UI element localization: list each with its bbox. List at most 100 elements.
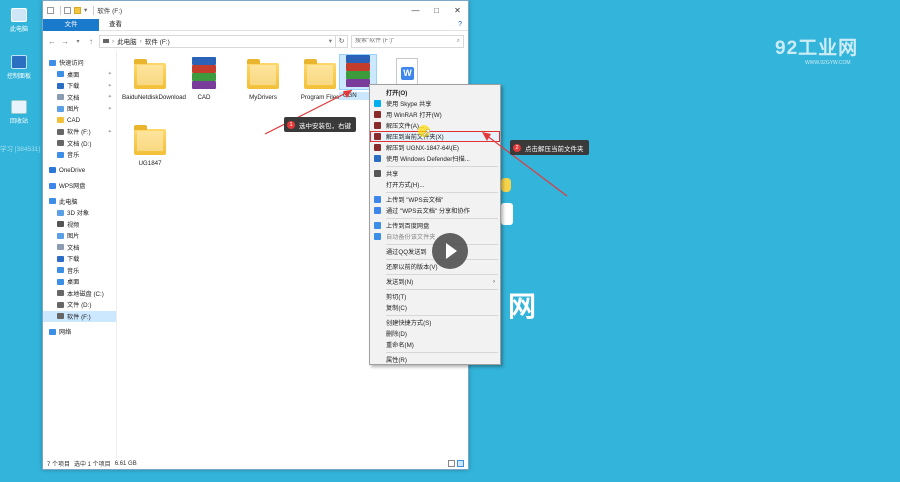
- desktop-icon-recycle-bin[interactable]: 回收站: [4, 100, 34, 125]
- menu-item[interactable]: 打开(O): [370, 87, 500, 98]
- menu-item[interactable]: 解压文件(A)...: [370, 120, 500, 131]
- menu-item[interactable]: 通过 "WPS云文档" 分享和协作: [370, 205, 500, 216]
- nav-item[interactable]: 此电脑: [43, 196, 116, 208]
- file-name: BaiduNetdiskDownload: [122, 94, 186, 101]
- desktop-icon-label: 此电脑: [9, 27, 28, 33]
- menu-item[interactable]: 还原以前的版本(V): [370, 261, 500, 272]
- control-panel-icon: [11, 55, 27, 69]
- nav-item[interactable]: CAD: [43, 115, 116, 127]
- nav-item[interactable]: WPS网盘: [43, 180, 116, 192]
- pin-icon[interactable]: ✦: [108, 129, 112, 135]
- close-button[interactable]: ✕: [447, 6, 468, 15]
- menu-item[interactable]: 剪切(T): [370, 291, 500, 302]
- search-box[interactable]: ⌕: [351, 34, 464, 48]
- nav-item[interactable]: 文档 ✦: [43, 92, 116, 104]
- file-item[interactable]: BaiduNetdiskDownload: [122, 57, 186, 102]
- logo-text: 92工业网: [775, 38, 859, 59]
- menu-item[interactable]: 复制(C): [370, 302, 500, 313]
- menu-item[interactable]: 使用 Skype 共享: [370, 98, 500, 109]
- menu-item-label: 还原以前的版本(V): [386, 264, 438, 271]
- desktop-icon-computer[interactable]: 此电脑: [4, 8, 34, 33]
- menu-separator: [386, 191, 498, 193]
- pin-icon[interactable]: ✦: [108, 71, 112, 77]
- pin-icon[interactable]: ✦: [108, 83, 112, 89]
- nav-item[interactable]: 软件 (F:) ✦: [43, 126, 116, 138]
- nav-item[interactable]: 软件 (F:): [43, 310, 116, 322]
- forward-arrow-icon[interactable]: →: [60, 37, 70, 46]
- menu-item[interactable]: 上传到百度网盘: [370, 220, 500, 231]
- status-item-count: 7 个项目: [47, 462, 71, 468]
- properties-icon[interactable]: [64, 6, 71, 14]
- menu-item-label: 通过 "WPS云文档" 分享和协作: [386, 208, 470, 215]
- refresh-icon[interactable]: ↻: [336, 34, 348, 48]
- nav-item[interactable]: 下载 ✦: [43, 80, 116, 92]
- nav-item[interactable]: 3D 对象: [43, 207, 116, 219]
- menu-item[interactable]: 用 WinRAR 打开(W): [370, 109, 500, 120]
- menu-item-label: 删除(D): [386, 331, 407, 338]
- file-item[interactable]: CAD: [176, 57, 232, 102]
- status-size: 6.61 GB: [114, 460, 137, 467]
- nav-item-icon: [49, 59, 56, 66]
- menu-item[interactable]: 属性(R): [370, 354, 500, 365]
- menu-item[interactable]: 使用 Windows Defender扫描...: [370, 153, 500, 164]
- desktop-icon-control-panel[interactable]: 控制面板: [4, 55, 34, 80]
- breadcrumb-this-pc[interactable]: 此电脑: [117, 36, 137, 46]
- address-dropdown-icon[interactable]: ▾: [329, 37, 332, 45]
- nav-item[interactable]: 音乐: [43, 265, 116, 277]
- menu-item[interactable]: 打开方式(H)...: [370, 179, 500, 190]
- nav-item-label: 下载: [67, 256, 80, 264]
- nav-item[interactable]: 网络: [43, 326, 116, 338]
- menu-item-extract-here[interactable]: 解压到当前文件夹(X): [370, 131, 500, 142]
- large-icons-view-icon[interactable]: [457, 460, 464, 467]
- nav-item[interactable]: 图片: [43, 230, 116, 242]
- menu-item-label: 用 WinRAR 打开(W): [386, 112, 442, 119]
- menu-item-icon: [374, 133, 381, 140]
- file-item[interactable]: UG1847: [122, 123, 178, 168]
- menu-item[interactable]: 发送到(N) ›: [370, 276, 500, 287]
- recent-chevron-icon[interactable]: ▾: [73, 38, 83, 45]
- annotation-step-1: 1 选中安装包，右键: [284, 117, 356, 132]
- nav-item[interactable]: 下载: [43, 253, 116, 265]
- menu-item[interactable]: 解压到 UGNX-1847-64\(E): [370, 142, 500, 153]
- tab-view[interactable]: 查看: [101, 19, 130, 30]
- pin-icon[interactable]: ✦: [108, 94, 112, 100]
- video-play-button[interactable]: [432, 233, 468, 269]
- menu-item-label: 上传到 "WPS云文档": [386, 197, 444, 204]
- address-field[interactable]: › 此电脑 › 软件 (F:) ▾: [99, 34, 336, 48]
- new-folder-icon[interactable]: [74, 6, 81, 14]
- menu-item[interactable]: 创建快捷方式(S): [370, 317, 500, 328]
- breadcrumb-drive[interactable]: 软件 (F:): [145, 36, 170, 46]
- nav-item[interactable]: 桌面: [43, 276, 116, 288]
- menu-item[interactable]: 共享: [370, 168, 500, 179]
- nav-item[interactable]: 文档 (D:): [43, 138, 116, 150]
- menu-item-label: 使用 Windows Defender扫描...: [386, 156, 470, 163]
- menu-item-label: 打开方式(H)...: [386, 182, 425, 189]
- nav-item[interactable]: 文档: [43, 242, 116, 254]
- file-item[interactable]: MyDrivers: [235, 57, 291, 102]
- menu-item-label: 剪切(T): [386, 294, 407, 301]
- nav-item[interactable]: 本地磁盘 (C:): [43, 288, 116, 300]
- back-arrow-icon[interactable]: ←: [47, 37, 57, 46]
- nav-item[interactable]: 快速访问: [43, 57, 116, 69]
- nav-item[interactable]: 音乐: [43, 149, 116, 161]
- help-button[interactable]: ?: [452, 19, 468, 30]
- nav-item[interactable]: 文件 (D:): [43, 299, 116, 311]
- nav-item[interactable]: 桌面 ✦: [43, 69, 116, 81]
- maximize-button[interactable]: □: [426, 6, 447, 15]
- chevron-down-icon[interactable]: ▾: [84, 6, 87, 14]
- pin-icon[interactable]: ✦: [108, 106, 112, 112]
- tab-file[interactable]: 文件: [43, 19, 99, 31]
- search-input[interactable]: [355, 38, 445, 44]
- menu-item[interactable]: 重命名(M): [370, 339, 500, 350]
- details-view-icon[interactable]: [448, 460, 455, 467]
- window-title: 软件 (F:): [97, 8, 123, 15]
- nav-item[interactable]: 图片 ✦: [43, 103, 116, 115]
- up-arrow-icon[interactable]: ↑: [86, 37, 96, 46]
- menu-item[interactable]: 删除(D): [370, 328, 500, 339]
- nav-item-icon: [57, 267, 64, 274]
- minimize-button[interactable]: —: [405, 6, 426, 15]
- nav-item[interactable]: OneDrive: [43, 165, 116, 177]
- menu-item[interactable]: 上传到 "WPS云文档": [370, 194, 500, 205]
- nav-item-label: 软件 (F:): [67, 313, 91, 321]
- nav-item[interactable]: 视频: [43, 219, 116, 231]
